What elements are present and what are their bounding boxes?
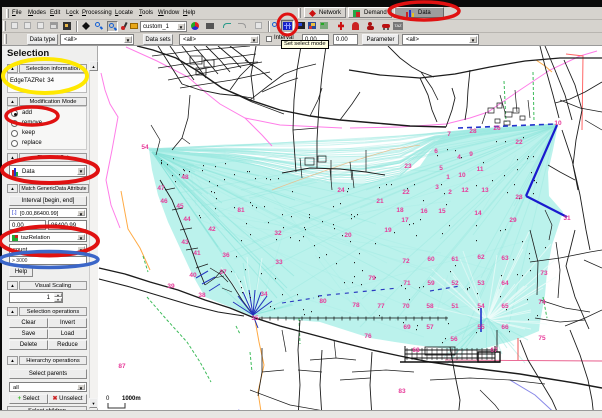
svg-text:45: 45 xyxy=(176,203,184,210)
svg-text:77: 77 xyxy=(377,303,385,310)
svg-text:43: 43 xyxy=(181,239,189,246)
svg-text:55: 55 xyxy=(477,324,485,331)
svg-text:22: 22 xyxy=(402,189,410,196)
svg-text:17: 17 xyxy=(401,217,409,224)
svg-text:11: 11 xyxy=(477,166,484,173)
svg-text:64: 64 xyxy=(501,280,509,287)
svg-text:78: 78 xyxy=(352,302,360,309)
svg-text:24: 24 xyxy=(337,187,345,194)
svg-text:62: 62 xyxy=(477,254,485,261)
svg-text:65: 65 xyxy=(501,303,509,310)
svg-text:21: 21 xyxy=(376,198,384,205)
svg-text:54: 54 xyxy=(141,144,149,151)
svg-text:59: 59 xyxy=(427,280,435,287)
svg-text:36: 36 xyxy=(222,252,230,259)
svg-text:4: 4 xyxy=(457,154,461,161)
svg-text:32: 32 xyxy=(274,230,282,237)
svg-text:42: 42 xyxy=(208,226,216,233)
svg-text:23: 23 xyxy=(404,163,412,170)
svg-text:31: 31 xyxy=(563,215,571,222)
svg-text:5: 5 xyxy=(439,165,443,172)
svg-text:1: 1 xyxy=(446,174,450,181)
svg-text:63: 63 xyxy=(501,255,509,262)
svg-text:51: 51 xyxy=(451,303,459,310)
svg-text:6: 6 xyxy=(434,148,438,155)
svg-text:2: 2 xyxy=(448,189,452,196)
svg-text:57: 57 xyxy=(426,324,434,331)
svg-text:60: 60 xyxy=(427,256,435,263)
svg-text:47: 47 xyxy=(157,185,165,192)
svg-text:41: 41 xyxy=(193,250,201,257)
svg-text:66: 66 xyxy=(501,324,509,331)
svg-text:7: 7 xyxy=(447,131,451,138)
svg-text:12: 12 xyxy=(461,187,469,194)
svg-text:13: 13 xyxy=(481,187,489,194)
svg-text:1000m: 1000m xyxy=(122,396,141,402)
svg-text:46: 46 xyxy=(160,198,168,205)
svg-text:3: 3 xyxy=(435,184,439,191)
svg-text:38: 38 xyxy=(198,292,206,299)
svg-text:81: 81 xyxy=(237,207,245,214)
svg-text:20: 20 xyxy=(344,232,352,239)
svg-text:37: 37 xyxy=(219,269,227,276)
svg-text:53: 53 xyxy=(477,280,485,287)
svg-text:80: 80 xyxy=(319,298,327,305)
svg-text:79: 79 xyxy=(368,275,376,282)
svg-text:22: 22 xyxy=(515,139,523,146)
svg-text:70: 70 xyxy=(402,303,410,310)
svg-text:83: 83 xyxy=(398,388,406,395)
svg-text:44: 44 xyxy=(183,216,191,223)
svg-text:74: 74 xyxy=(538,299,546,306)
svg-text:71: 71 xyxy=(403,280,411,287)
svg-text:18: 18 xyxy=(396,207,404,214)
svg-text:87: 87 xyxy=(118,363,126,370)
svg-text:72: 72 xyxy=(402,258,410,265)
svg-text:48: 48 xyxy=(181,174,189,181)
svg-text:19: 19 xyxy=(384,227,392,234)
svg-text:33: 33 xyxy=(275,259,283,266)
svg-text:10: 10 xyxy=(554,120,562,127)
svg-text:28: 28 xyxy=(469,128,477,135)
svg-text:69: 69 xyxy=(403,324,411,331)
svg-text:39: 39 xyxy=(167,283,175,290)
svg-text:75: 75 xyxy=(538,335,546,342)
svg-text:54: 54 xyxy=(477,303,485,310)
svg-text:29: 29 xyxy=(509,217,517,224)
svg-text:28: 28 xyxy=(515,194,523,201)
svg-text:68: 68 xyxy=(412,347,420,354)
svg-text:16: 16 xyxy=(420,208,428,215)
svg-text:67: 67 xyxy=(490,347,498,354)
svg-text:34: 34 xyxy=(260,291,268,298)
svg-text:40: 40 xyxy=(189,272,197,279)
svg-text:9: 9 xyxy=(469,151,473,158)
svg-text:61: 61 xyxy=(451,256,459,263)
svg-text:76: 76 xyxy=(364,333,372,340)
svg-text:35: 35 xyxy=(251,315,259,322)
svg-text:58: 58 xyxy=(426,303,434,310)
svg-text:56: 56 xyxy=(450,336,458,343)
svg-text:52: 52 xyxy=(451,280,459,287)
svg-text:14: 14 xyxy=(474,210,482,217)
svg-text:10: 10 xyxy=(458,172,466,179)
svg-text:26: 26 xyxy=(493,125,501,132)
svg-text:15: 15 xyxy=(438,208,446,215)
svg-text:73: 73 xyxy=(540,270,548,277)
